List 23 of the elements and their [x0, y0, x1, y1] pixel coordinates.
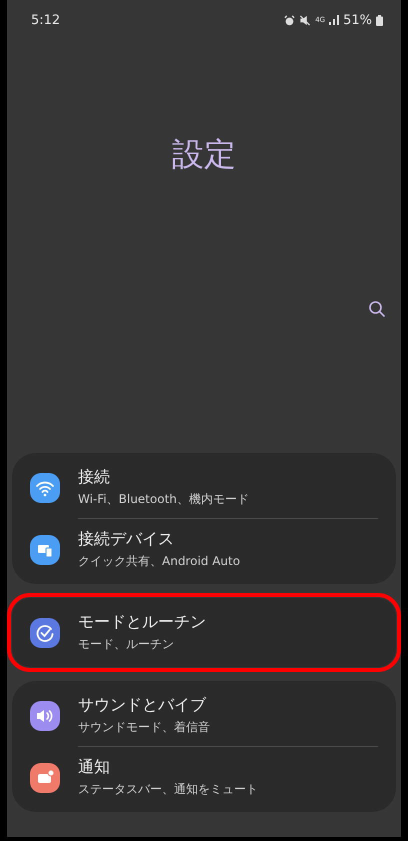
mute-icon: [299, 14, 312, 26]
item-title: モードとルーチン: [78, 612, 206, 633]
status-time: 5:12: [31, 12, 60, 28]
item-title: 接続デバイス: [78, 529, 175, 550]
battery-level: 51%: [343, 12, 372, 28]
battery-icon: [376, 14, 383, 26]
settings-item[interactable]: 通知 ステータスバー、通知をミュート: [12, 747, 396, 808]
item-title: 接続: [78, 467, 111, 488]
settings-item[interactable]: モードとルーチン モード、ルーチン: [12, 602, 396, 663]
item-subtitle: ステータスバー、通知をミュート: [78, 781, 258, 798]
item-title: 通知: [78, 757, 111, 778]
item-title: サウンドとバイブ: [78, 695, 208, 716]
settings-item[interactable]: サウンドとバイブ サウンドモード、着信音: [12, 685, 396, 746]
item-subtitle: サウンドモード、着信音: [78, 719, 210, 736]
alarm-icon: [284, 14, 296, 26]
settings-item[interactable]: 接続 Wi-Fi、Bluetooth、機内モード: [12, 457, 396, 518]
search-icon[interactable]: [368, 300, 386, 318]
settings-item[interactable]: 接続デバイス クイック共有、Android Auto: [12, 519, 396, 580]
item-subtitle: クイック共有、Android Auto: [78, 553, 240, 570]
item-subtitle: Wi-Fi、Bluetooth、機内モード: [78, 491, 249, 508]
item-subtitle: モード、ルーチン: [78, 636, 175, 653]
signal-icon: [329, 15, 340, 25]
page-title: 設定: [172, 134, 236, 175]
